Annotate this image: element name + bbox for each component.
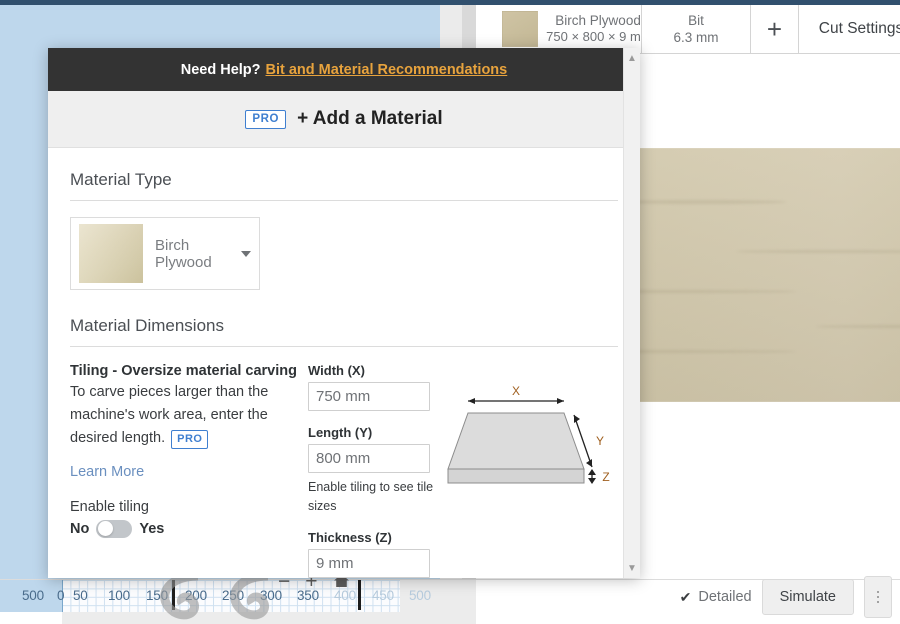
ruler-marker-end [358, 580, 361, 610]
tiling-description-text: To carve pieces larger than the machine'… [70, 384, 269, 446]
simulate-button[interactable]: Simulate [761, 579, 854, 615]
ruler-label-0: 500 [22, 588, 44, 603]
dimension-fields-column: Width (X) Length (Y) Enable tiling to se… [308, 363, 444, 578]
toolbar-material-button[interactable]: Birch Plywood 750 × 800 × 9 m [500, 5, 642, 53]
toggle-yes-label: Yes [139, 520, 165, 537]
detailed-toggle[interactable]: ✔ Detailed [680, 589, 752, 606]
ruler-label-11: 500 [409, 588, 431, 603]
enable-tiling-toggle-row: No Yes [70, 519, 296, 538]
ruler-marker-start [172, 580, 175, 610]
thickness-input[interactable] [308, 548, 430, 578]
top-toolbar: Birch Plywood 750 × 800 × 9 m Bit 6.3 mm… [500, 5, 900, 54]
width-label: Width (X) [308, 363, 365, 378]
diagram-y-label: Y [596, 434, 604, 448]
dimensions-row: Tiling - Oversize material carving To ca… [70, 363, 618, 578]
ruler-label-5: 200 [185, 588, 207, 603]
check-icon: ✔ [679, 588, 692, 605]
dimension-diagram: X Y Z [444, 363, 618, 578]
bottom-action-bar: ✔ Detailed Simulate [680, 576, 892, 618]
enable-tiling-switch[interactable] [96, 519, 133, 538]
ruler-underbar [62, 612, 476, 624]
add-material-modal: Need Help? Bit and Material Recommendati… [48, 48, 640, 578]
width-input[interactable] [308, 382, 430, 411]
toolbar-material-dims: 750 × 800 × 9 m [546, 29, 641, 45]
learn-more-link[interactable]: Learn More [70, 464, 144, 480]
pro-badge: PRO [245, 109, 287, 129]
tile-size-hint: Enable tiling to see tile sizes [308, 480, 434, 513]
modal-scrollbar[interactable]: ▲ ▼ [623, 48, 640, 578]
material-preview-swatch [79, 224, 143, 283]
toggle-no-label: No [70, 520, 90, 537]
material-swatch-icon [502, 11, 539, 47]
chevron-down-icon[interactable] [241, 250, 251, 257]
app-root: Birch Plywood 750 × 800 × 9 m Bit 6.3 mm… [0, 0, 900, 624]
toolbar-bit-button[interactable]: Bit 6.3 mm [642, 5, 751, 53]
ruler-label-6: 250 [222, 588, 244, 603]
toolbar-add-button[interactable]: + [751, 5, 799, 53]
diagram-z-label: Z [602, 470, 609, 484]
ruler-label-1: 0 [57, 588, 65, 603]
material-type-selector[interactable]: Birch Plywood [70, 217, 260, 290]
tiling-pro-badge: PRO [171, 429, 209, 449]
scroll-down-icon[interactable]: ▼ [624, 560, 640, 576]
add-a-material-title[interactable]: + Add a Material [297, 108, 443, 130]
material-dimensions-section-title: Material Dimensions [70, 290, 618, 347]
length-label: Length (Y) [308, 425, 373, 440]
detailed-label: Detailed [698, 589, 752, 605]
toolbar-bit-label: Bit [688, 13, 704, 28]
modal-header: Need Help? Bit and Material Recommendati… [48, 48, 640, 91]
thickness-label: Thickness (Z) [308, 529, 392, 545]
tiling-title: Tiling - Oversize material carving [70, 363, 297, 379]
tiling-description: To carve pieces larger than the machine'… [70, 381, 296, 450]
toolbar-cut-settings-button[interactable]: Cut Settings [799, 5, 900, 53]
overflow-menu-button[interactable] [864, 576, 892, 618]
toolbar-bit-value: 6.3 mm [673, 30, 719, 45]
diagram-x-label: X [512, 384, 520, 398]
enable-tiling-label: Enable tiling [70, 498, 149, 515]
toolbar-material-name: Birch Plywood [555, 13, 641, 29]
scroll-up-icon[interactable]: ▲ [624, 50, 640, 66]
modal-subheader: PRO + Add a Material [48, 91, 640, 148]
tiling-info-column: Tiling - Oversize material carving To ca… [70, 363, 308, 578]
modal-body: Material Type Birch Plywood Material Dim… [48, 148, 640, 578]
bit-material-recommendations-link[interactable]: Bit and Material Recommendations [266, 62, 508, 78]
ruler-label-4: 150 [146, 588, 168, 603]
ruler-label-10: 450 [372, 588, 394, 603]
material-type-value: Birch Plywood [155, 236, 212, 271]
ruler-label-3: 100 [108, 588, 130, 603]
ruler-label-2: 50 [73, 588, 88, 603]
material-type-section-title: Material Type [70, 148, 618, 201]
need-help-text: Need Help? [180, 61, 261, 78]
length-input[interactable] [308, 444, 430, 473]
